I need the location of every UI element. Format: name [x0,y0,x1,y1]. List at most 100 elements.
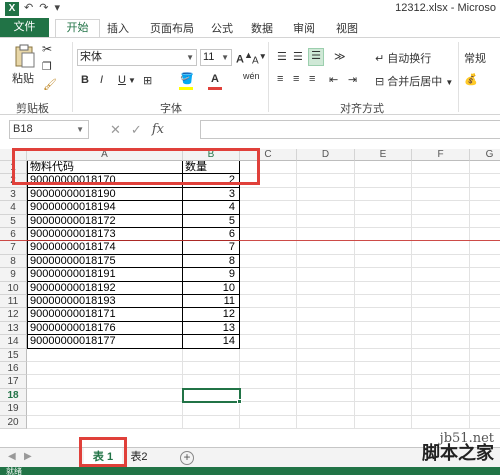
phonetic-guide-button[interactable]: wén [243,71,260,81]
cell-b13[interactable]: 13 [183,321,240,336]
align-left-icon[interactable]: ≡ [277,73,283,85]
cell-a1[interactable]: 物料代码 [27,161,183,175]
redo-icon[interactable]: ↷ [39,1,48,14]
merge-center-button[interactable]: ⊟ 合并后居中 ▼ [375,73,453,89]
cell-d9[interactable] [297,268,355,282]
cell-e12[interactable] [355,308,412,322]
row-header-20[interactable]: 20 [0,415,27,429]
cell-b20[interactable] [183,415,240,429]
chevron-down-icon[interactable]: ▼ [128,76,136,85]
tab-review[interactable]: 审阅 [293,20,315,36]
cell-c17[interactable] [240,375,297,389]
cell-e14[interactable] [355,335,412,349]
cell-g14[interactable] [470,335,500,349]
cell-g20[interactable] [470,416,500,429]
cell-g4[interactable] [470,201,500,215]
cell-e20[interactable] [355,415,412,429]
cell-e16[interactable] [355,362,412,376]
tab-file[interactable]: 文件 [0,18,49,37]
cell-b8[interactable]: 8 [183,254,240,269]
cell-a5[interactable]: 90000000018172 [27,214,183,228]
cell-b17[interactable] [183,375,240,389]
column-header-d[interactable]: D [297,149,355,161]
borders-icon[interactable]: ⊞ [143,74,152,87]
cell-e4[interactable] [355,201,412,215]
paste-button[interactable]: 粘贴 [12,70,34,86]
cell-c16[interactable] [240,362,297,376]
cell-c13[interactable] [240,321,297,336]
cell-c10[interactable] [240,281,297,295]
cell-c8[interactable] [240,254,297,269]
column-header-c[interactable]: C [240,149,297,161]
align-center-icon[interactable]: ≡ [293,73,299,85]
orientation-icon[interactable]: ≫ [334,50,346,63]
row-header-9[interactable]: 9 [0,268,27,282]
undo-icon[interactable]: ↶ [24,1,33,14]
cell-g17[interactable] [470,375,500,389]
cell-e7[interactable] [355,241,412,255]
row-header-10[interactable]: 10 [0,281,27,295]
currency-icon[interactable]: 💰 [464,73,478,86]
cell-e17[interactable] [355,375,412,389]
cell-b14[interactable]: 14 [183,335,240,349]
wrap-text-button[interactable]: ↵ 自动换行 [375,50,431,66]
cell-g7[interactable] [470,241,500,255]
number-format-select[interactable]: 常规 [464,50,486,66]
cell-f7[interactable] [412,241,470,255]
row-header-2[interactable]: 2 [0,174,27,188]
row-header-14[interactable]: 14 [0,335,27,349]
cell-b12[interactable]: 12 [183,308,240,322]
cell-b7[interactable]: 7 [183,241,240,255]
font-size-select[interactable]: 11 ▼ [200,49,232,66]
column-header-a[interactable]: A [27,149,183,161]
cell-f19[interactable] [412,402,470,416]
cell-g12[interactable] [470,308,500,322]
cell-e9[interactable] [355,268,412,282]
cell-e18[interactable] [355,388,412,403]
cell-d7[interactable] [297,241,355,255]
align-right-icon[interactable]: ≡ [309,73,315,85]
formula-input[interactable] [200,120,500,139]
cell-e1[interactable] [355,161,412,175]
font-color-icon[interactable]: A [211,73,219,85]
cell-d8[interactable] [297,254,355,269]
row-header-11[interactable]: 11 [0,295,27,309]
underline-button[interactable]: U [118,74,126,86]
cell-b16[interactable] [183,362,240,376]
cell-f13[interactable] [412,321,470,336]
cell-a15[interactable] [27,348,183,362]
cell-g13[interactable] [470,322,500,336]
tab-insert[interactable]: 插入 [107,20,129,36]
insert-function-icon[interactable]: fx [152,122,164,137]
cell-d3[interactable] [297,187,355,202]
cell-f20[interactable] [412,415,470,429]
cell-e15[interactable] [355,348,412,362]
cell-d17[interactable] [297,375,355,389]
cell-c19[interactable] [240,402,297,416]
cell-g5[interactable] [470,215,500,228]
cell-e5[interactable] [355,214,412,228]
row-header-8[interactable]: 8 [0,254,27,269]
cell-c12[interactable] [240,308,297,322]
cell-f10[interactable] [412,281,470,295]
cell-c9[interactable] [240,268,297,282]
cell-b4[interactable]: 4 [183,201,240,215]
row-header-3[interactable]: 3 [0,187,27,202]
column-header-e[interactable]: E [355,149,412,161]
cell-c7[interactable] [240,241,297,255]
copy-icon[interactable]: ❐ [42,60,52,73]
cell-b15[interactable] [183,348,240,362]
cell-a8[interactable]: 90000000018175 [27,254,183,269]
cell-e3[interactable] [355,187,412,202]
next-sheet-icon[interactable]: ▶ [24,451,32,462]
cell-c5[interactable] [240,214,297,228]
cut-icon[interactable]: ✂ [42,42,52,56]
cell-f15[interactable] [412,348,470,362]
cell-a13[interactable]: 90000000018176 [27,321,183,336]
row-header-17[interactable]: 17 [0,375,27,389]
cell-e10[interactable] [355,281,412,295]
cell-c18[interactable] [240,388,297,403]
cell-d14[interactable] [297,335,355,349]
column-header-g[interactable]: G [470,149,500,161]
bottom-align-icon[interactable]: ☰ [308,48,324,66]
